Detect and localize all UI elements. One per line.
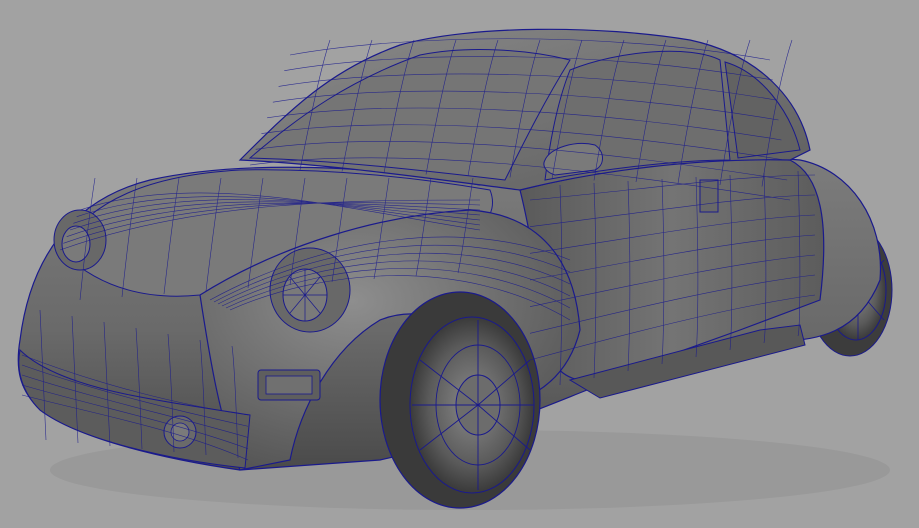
headlight-left — [53, 209, 107, 271]
turn-indicator-lens — [265, 375, 313, 395]
headlight-right — [269, 247, 351, 333]
door-handle[interactable] — [699, 179, 719, 213]
3d-viewport[interactable] — [0, 0, 919, 528]
front-wheel[interactable] — [379, 291, 541, 509]
car-wireframe-model[interactable] — [0, 0, 919, 528]
